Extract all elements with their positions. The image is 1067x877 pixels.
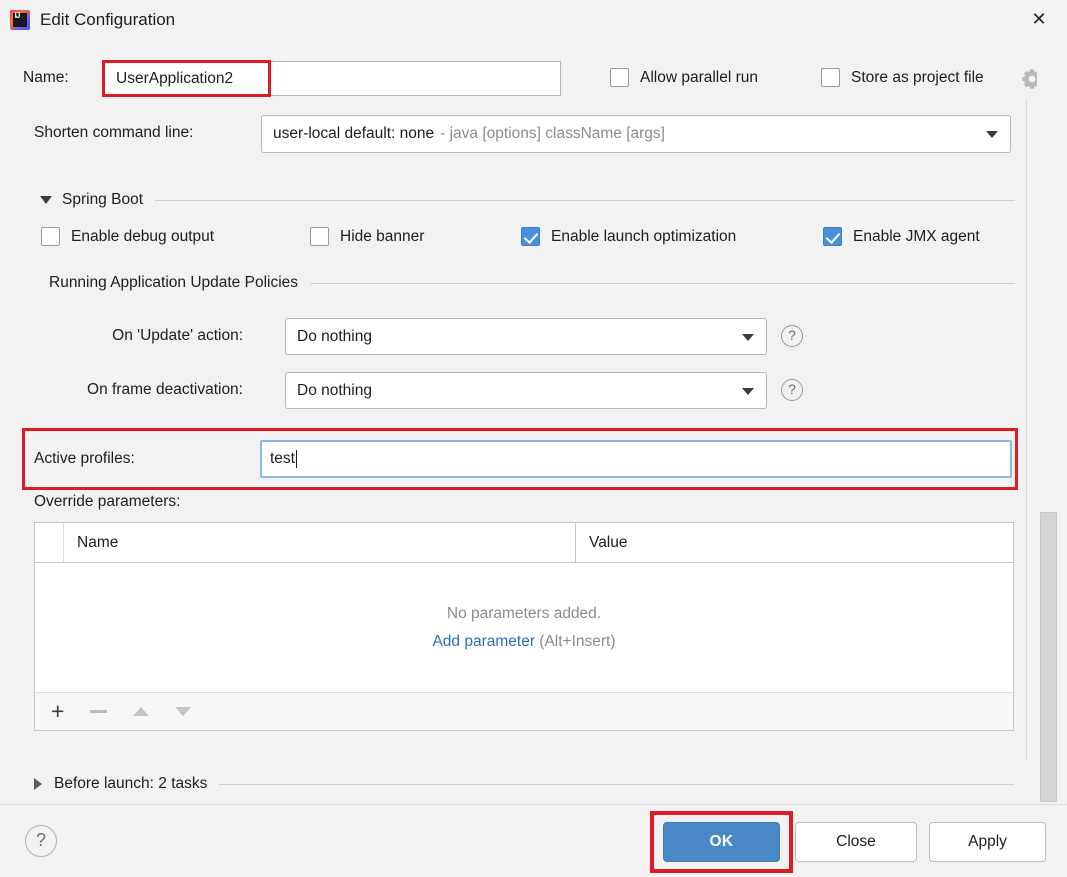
shorten-command-line-value: user-local default: none	[273, 125, 434, 143]
name-input[interactable]: UserApplication2	[103, 61, 561, 96]
on-frame-deactivation-value: Do nothing	[297, 382, 372, 400]
help-icon-frame-deactivation[interactable]: ?	[781, 379, 803, 401]
empty-state-action: Add parameter (Alt+Insert)	[432, 633, 615, 651]
apply-button[interactable]: Apply	[929, 822, 1046, 862]
remove-icon[interactable]	[90, 710, 107, 713]
store-as-project-file-label: Store as project file	[851, 69, 984, 87]
before-launch-label: Before launch: 2 tasks	[54, 775, 207, 793]
chevron-down-icon	[986, 131, 998, 138]
name-input-value: UserApplication2	[116, 70, 233, 88]
add-parameter-link[interactable]: Add parameter	[432, 633, 535, 650]
spring-boot-section-label: Spring Boot	[62, 191, 143, 209]
on-frame-deactivation-label: On frame deactivation:	[0, 381, 243, 399]
override-parameters-label: Override parameters:	[34, 493, 180, 511]
active-profiles-input[interactable]: test	[260, 440, 1012, 478]
move-down-icon[interactable]	[175, 707, 191, 716]
allow-parallel-run-label: Allow parallel run	[640, 69, 758, 87]
checkbox-box[interactable]	[521, 227, 540, 246]
spring-boot-section-header[interactable]: Spring Boot	[40, 191, 1015, 209]
section-divider	[155, 200, 1015, 201]
chevron-right-icon[interactable]	[34, 778, 42, 790]
add-parameter-shortcut: (Alt+Insert)	[539, 633, 615, 650]
enable-jmx-agent-checkbox[interactable]: Enable JMX agent	[823, 227, 980, 246]
table-header-gutter	[35, 523, 64, 562]
allow-parallel-run-checkbox[interactable]: Allow parallel run	[610, 68, 758, 87]
intellij-idea-icon: IJ	[10, 10, 30, 30]
help-icon-update-action[interactable]: ?	[781, 325, 803, 347]
chevron-down-icon[interactable]	[40, 196, 52, 204]
name-label: Name:	[23, 69, 69, 87]
chevron-down-icon	[742, 334, 754, 341]
update-policies-label: Running Application Update Policies	[49, 274, 298, 292]
hide-banner-label: Hide banner	[340, 228, 424, 246]
section-divider	[310, 283, 1015, 284]
help-button[interactable]: ?	[25, 825, 57, 857]
on-frame-deactivation-select[interactable]: Do nothing	[285, 372, 767, 409]
override-parameters-table: Name Value No parameters added. Add para…	[34, 522, 1014, 731]
title-bar: IJ Edit Configuration ✕	[0, 0, 1067, 39]
shorten-command-line-select[interactable]: user-local default: none - java [options…	[261, 115, 1011, 153]
on-update-action-select[interactable]: Do nothing	[285, 318, 767, 355]
empty-state-text: No parameters added.	[447, 605, 601, 623]
checkbox-box[interactable]	[41, 227, 60, 246]
checkbox-box[interactable]	[823, 227, 842, 246]
table-header-row: Name Value	[35, 523, 1013, 563]
enable-jmx-agent-label: Enable JMX agent	[853, 228, 980, 246]
table-toolbar: +	[35, 692, 1013, 730]
enable-launch-optimization-label: Enable launch optimization	[551, 228, 736, 246]
column-header-value[interactable]: Value	[576, 523, 1013, 562]
shorten-command-line-label: Shorten command line:	[34, 124, 193, 142]
text-cursor	[296, 450, 297, 468]
enable-launch-optimization-checkbox[interactable]: Enable launch optimization	[521, 227, 736, 246]
active-profiles-label: Active profiles:	[34, 450, 135, 468]
add-icon[interactable]: +	[51, 700, 64, 723]
checkbox-box[interactable]	[821, 68, 840, 87]
checkbox-box[interactable]	[610, 68, 629, 87]
window-title: Edit Configuration	[40, 10, 175, 30]
enable-debug-output-checkbox[interactable]: Enable debug output	[41, 227, 214, 246]
shorten-command-line-hint: - java [options] className [args]	[440, 125, 665, 143]
close-button[interactable]: Close	[795, 822, 917, 862]
table-empty-state: No parameters added. Add parameter (Alt+…	[35, 563, 1013, 692]
ok-button[interactable]: OK	[663, 822, 780, 862]
active-profiles-value: test	[270, 450, 295, 468]
move-up-icon[interactable]	[133, 707, 149, 716]
panel-divider	[1026, 100, 1027, 760]
store-as-project-file-checkbox[interactable]: Store as project file	[821, 68, 984, 87]
hide-banner-checkbox[interactable]: Hide banner	[310, 227, 424, 246]
on-update-action-label: On 'Update' action:	[0, 327, 243, 345]
checkbox-box[interactable]	[310, 227, 329, 246]
enable-debug-output-label: Enable debug output	[71, 228, 214, 246]
dialog-footer: OK Close Apply	[0, 804, 1067, 877]
chevron-down-icon	[742, 388, 754, 395]
section-divider	[219, 784, 1014, 785]
vertical-scrollbar-thumb[interactable]	[1040, 512, 1057, 802]
on-update-action-value: Do nothing	[297, 328, 372, 346]
before-launch-section-header[interactable]: Before launch: 2 tasks	[34, 775, 1014, 793]
close-icon[interactable]: ✕	[1028, 9, 1050, 31]
column-header-name[interactable]: Name	[64, 523, 576, 562]
update-policies-section-header: Running Application Update Policies	[49, 274, 1015, 292]
